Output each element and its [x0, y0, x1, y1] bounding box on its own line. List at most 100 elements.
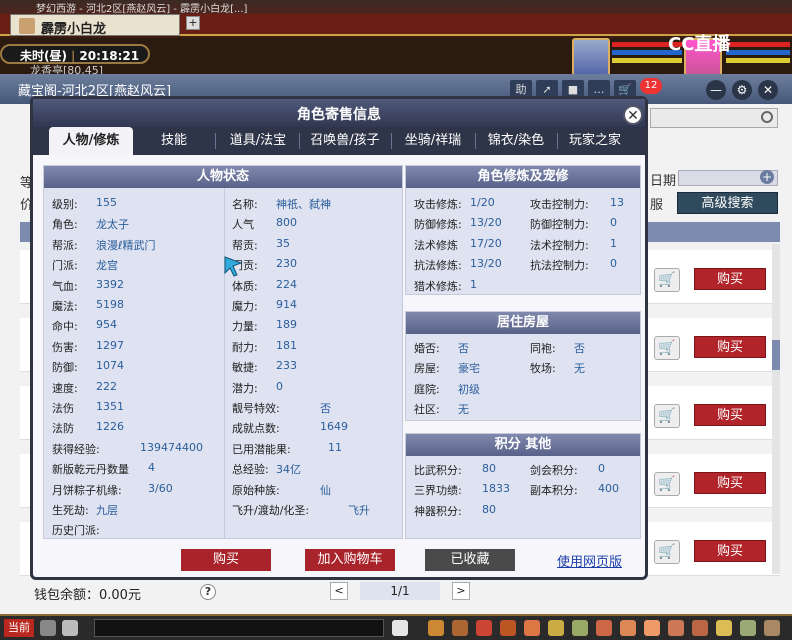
info-row: 防御控制力: 0 [530, 216, 617, 232]
info-row: 房屋: 豪宅 [414, 360, 480, 376]
buy-button[interactable]: 购买 [694, 268, 766, 290]
info-label: 耐力: [232, 340, 258, 354]
task-icon[interactable] [548, 620, 564, 636]
tab-skills[interactable]: 技能 [137, 127, 211, 155]
cart-icon[interactable]: 🛒 [654, 404, 680, 428]
system-icon[interactable] [740, 620, 756, 636]
expand-icon[interactable]: + [760, 170, 774, 184]
scrollbar-thumb[interactable] [772, 340, 780, 370]
chat-tab[interactable]: 霹雳小白龙 [10, 14, 180, 37]
info-value: 13/20 [470, 257, 502, 271]
chat-tab-label: 霹雳小白龙 [41, 22, 107, 37]
character-status-panel: 人物状态 级别: 155 角色: 龙太子 帮派: 浪漫ℓ精武门 门派: 龙宫 气血: 3392 魔法… [43, 165, 403, 539]
info-value: 否 [458, 342, 469, 355]
info-label: 已用潜能果: [232, 442, 291, 456]
help-icon[interactable]: ? [200, 584, 216, 600]
info-value: 1351 [96, 400, 124, 413]
use-web-version-link[interactable]: 使用网页版 [557, 551, 622, 570]
buy-button[interactable]: 购买 [694, 472, 766, 494]
add-to-cart-button[interactable]: 加入购物车 [305, 549, 395, 571]
rank-icon[interactable] [716, 620, 732, 636]
score-panel: 积分 其他 比武积分: 80 三界功绩: 1833 神器积分: 80 剑会积分: 0 副本积分… [405, 433, 641, 539]
info-label: 速度: [52, 381, 78, 395]
info-label: 力量: [232, 320, 258, 334]
search-icon [761, 111, 773, 123]
cart-icon[interactable]: 🛒 [654, 472, 680, 496]
mail-icon[interactable] [692, 620, 708, 636]
info-value: 139474400 [140, 440, 203, 454]
tab-separator [215, 133, 216, 149]
buy-button[interactable]: 购买 [694, 540, 766, 562]
pet-icon[interactable] [500, 620, 516, 636]
tab-outfits[interactable]: 锦衣/染色 [477, 127, 555, 155]
info-value: 230 [276, 257, 297, 271]
prev-page-button[interactable]: < [330, 582, 348, 600]
pet-portrait[interactable] [572, 38, 610, 76]
info-label: 庭院: [414, 382, 440, 396]
friend-icon[interactable] [596, 620, 612, 636]
info-value: 233 [276, 359, 297, 373]
cart-icon[interactable]: 🛒 [654, 336, 680, 360]
search-input[interactable] [650, 108, 778, 128]
info-value: 11 [328, 440, 342, 454]
info-value: 初级 [458, 382, 480, 396]
info-value: 1833 [482, 482, 510, 496]
emote-icon[interactable] [392, 620, 408, 636]
advanced-search-button[interactable]: 高级搜索 [677, 192, 778, 214]
add-tab-button[interactable]: + [186, 16, 200, 30]
mount-icon[interactable] [524, 620, 540, 636]
tab-items[interactable]: 道具/法宝 [219, 127, 297, 155]
info-value: 0 [610, 257, 617, 271]
info-value: 5198 [96, 298, 124, 311]
buy-button[interactable]: 购买 [694, 404, 766, 426]
info-value: 34亿 [276, 463, 301, 477]
tab-home[interactable]: 玩家之家 [559, 127, 631, 155]
info-value: 222 [96, 379, 117, 393]
score-title: 积分 其他 [406, 434, 640, 456]
cart-icon[interactable]: 🛒 [654, 540, 680, 564]
info-label: 防御: [52, 361, 78, 375]
info-value: 龙宫 [96, 259, 118, 273]
favorited-button[interactable]: 已收藏 [425, 549, 515, 571]
guild-icon[interactable] [572, 620, 588, 636]
info-row: 获得经验: 139474400 [52, 441, 203, 457]
trade-icon[interactable] [620, 620, 636, 636]
settings-icon[interactable] [764, 620, 780, 636]
info-row: 耐力: 181 [232, 339, 297, 355]
info-row: 月饼粽子机缘: 3/60 [52, 482, 173, 498]
info-row: 法防 1226 [52, 420, 124, 436]
buy-button[interactable]: 购买 [694, 336, 766, 358]
dialog-buy-button[interactable]: 购买 [181, 549, 271, 571]
info-value: 龙太子 [96, 218, 129, 232]
shop-icon[interactable] [644, 620, 660, 636]
close-icon[interactable]: ✕ [758, 80, 778, 100]
info-label: 人气 [232, 218, 254, 232]
next-page-button[interactable]: > [452, 582, 470, 600]
info-value: 224 [276, 277, 297, 291]
tab-character[interactable]: 人物/修炼 [49, 127, 133, 155]
info-value: 13/20 [470, 216, 502, 230]
speaker-icon[interactable] [62, 620, 78, 636]
list-scrollbar[interactable] [772, 244, 780, 574]
info-label: 猎术修炼: [414, 279, 462, 293]
info-label: 同袍: [530, 342, 556, 355]
skill-icon[interactable] [428, 620, 444, 636]
activity-icon[interactable] [668, 620, 684, 636]
info-row: 法术修炼 17/20 [414, 237, 502, 253]
info-label: 剑会积分: [530, 464, 578, 477]
gear-icon[interactable]: ⚙ [732, 80, 752, 100]
info-label: 新版乾元丹数量 [52, 463, 129, 477]
minimize-icon[interactable]: — [706, 80, 726, 100]
channel-current-button[interactable]: 当前 [4, 619, 34, 637]
info-row: 靓号特效: 否 [232, 400, 331, 416]
team-icon[interactable] [476, 620, 492, 636]
info-row: 庭院: 初级 [414, 381, 480, 397]
microphone-icon[interactable] [40, 620, 56, 636]
dialog-close-button[interactable]: ✕ [623, 105, 643, 125]
tab-pets[interactable]: 召唤兽/孩子 [301, 127, 389, 155]
cart-icon[interactable]: 🛒 [654, 268, 680, 292]
item-icon[interactable] [452, 620, 468, 636]
exp-bar [612, 58, 682, 63]
chat-input[interactable] [94, 619, 384, 637]
tab-mounts[interactable]: 坐骑/祥瑞 [393, 127, 473, 155]
